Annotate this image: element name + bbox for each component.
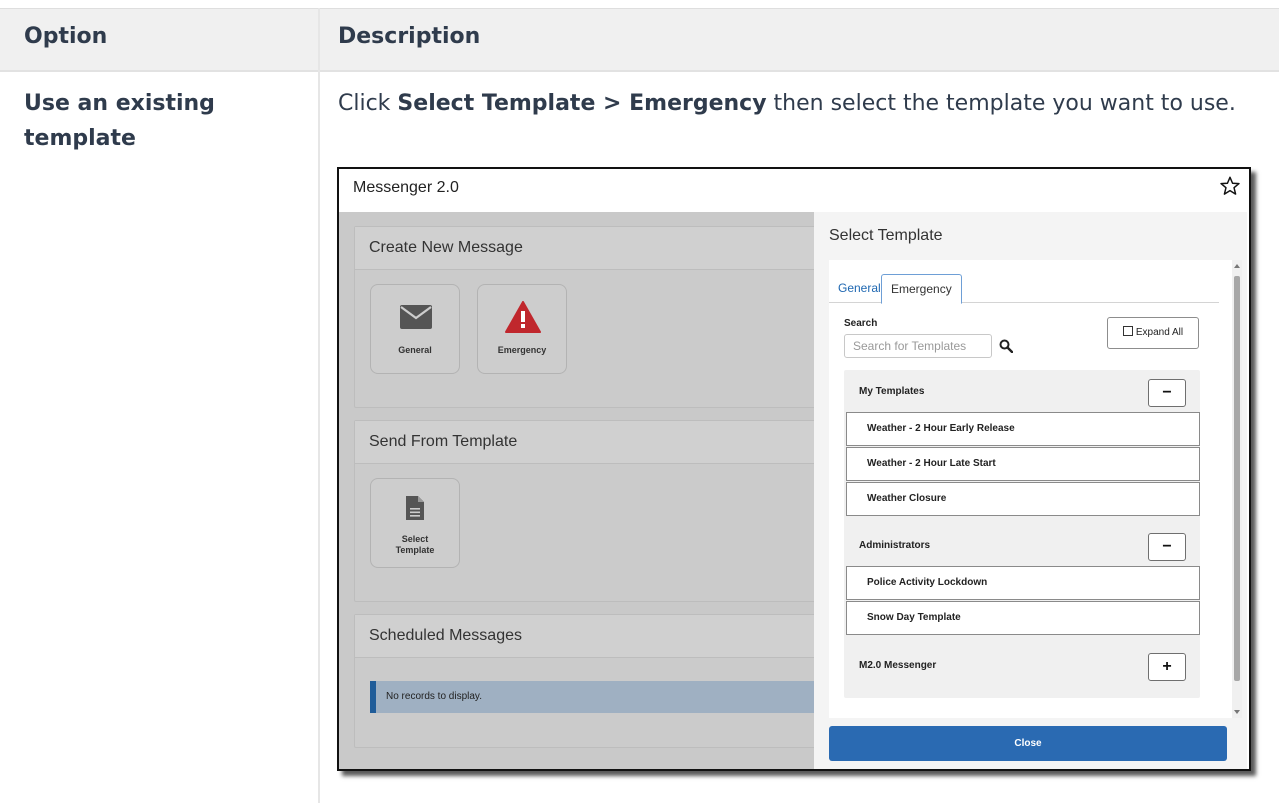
template-item[interactable]: Weather Closure	[846, 482, 1200, 516]
select-template-drawer: Select Template General Emergency Search…	[814, 212, 1247, 769]
document-icon	[406, 496, 424, 520]
scroll-up-arrow-icon[interactable]	[1234, 264, 1240, 268]
header-option: Option	[24, 24, 108, 49]
template-item[interactable]: Weather - 2 Hour Early Release	[846, 412, 1200, 446]
no-records-alert: No records to display.	[370, 681, 831, 713]
search-label: Search	[844, 318, 878, 329]
expand-all-label: Expand All	[1135, 327, 1184, 338]
option-cell: Use an existing template	[24, 91, 215, 151]
envelope-icon	[400, 305, 432, 329]
group-label: Administrators	[859, 540, 931, 551]
template-item[interactable]: Snow Day Template	[846, 601, 1200, 635]
description-prefix: Click	[338, 91, 398, 116]
template-item[interactable]: Police Activity Lockdown	[846, 566, 1200, 600]
group-m2-messenger: M2.0 Messenger +	[844, 646, 1200, 686]
group-my-templates: My Templates −	[844, 372, 1200, 412]
column-divider	[318, 8, 320, 803]
select-template-tile[interactable]: Select Template	[370, 478, 460, 568]
group-label: M2.0 Messenger	[859, 660, 937, 671]
scroll-down-arrow-icon[interactable]	[1234, 710, 1240, 714]
table-header-row	[0, 8, 1279, 72]
messenger-screenshot: Messenger 2.0 Create New Message General	[337, 167, 1251, 771]
expand-all-button[interactable]: Expand All	[1107, 317, 1199, 349]
drawer-content: General Emergency Search Expand All My T…	[829, 260, 1232, 718]
app-title: Messenger 2.0	[353, 179, 459, 196]
option-table: Option Description Use an existing templ…	[0, 0, 1279, 803]
template-tree: My Templates − Weather - 2 Hour Early Re…	[844, 370, 1200, 698]
emergency-tile-label: Emergency	[497, 345, 547, 355]
drawer-scrollbar[interactable]	[1232, 260, 1242, 718]
panel-title: Create New Message	[355, 227, 825, 270]
description-suffix: then select the template you want to use…	[766, 91, 1236, 116]
expand-button[interactable]: +	[1148, 653, 1186, 681]
left-pane: Create New Message General Emergency Sen…	[339, 212, 831, 769]
star-icon[interactable]	[1219, 175, 1241, 197]
drawer-title: Select Template	[829, 227, 943, 244]
template-item[interactable]: Weather - 2 Hour Late Start	[846, 447, 1200, 481]
select-tile-label-1: Select	[401, 534, 429, 544]
emergency-tile[interactable]: Emergency	[477, 284, 567, 374]
checkbox-icon	[1122, 326, 1133, 336]
search-input[interactable]	[844, 334, 992, 358]
select-tile-label-2: Template	[395, 545, 435, 555]
general-tile-label: General	[398, 345, 432, 355]
scheduled-messages-panel: Scheduled Messages No records to display…	[354, 614, 831, 748]
collapse-button[interactable]: −	[1148, 533, 1186, 561]
general-tile[interactable]: General	[370, 284, 460, 374]
create-message-panel: Create New Message General Emergency	[354, 226, 826, 408]
scroll-thumb[interactable]	[1234, 276, 1240, 681]
close-button[interactable]: Close	[829, 726, 1227, 761]
panel-title: Send From Template	[355, 421, 825, 464]
description-cell: Click Select Template > Emergency then s…	[338, 86, 1268, 121]
warning-icon	[505, 301, 541, 333]
description-bold: Select Template > Emergency	[397, 91, 767, 116]
panel-title: Scheduled Messages	[355, 615, 825, 658]
send-from-template-panel: Send From Template Select Template	[354, 420, 826, 602]
group-administrators: Administrators −	[844, 526, 1200, 566]
group-label: My Templates	[859, 386, 925, 397]
tab-emergency[interactable]: Emergency	[881, 274, 962, 304]
search-icon[interactable]	[999, 339, 1013, 353]
header-description: Description	[338, 24, 481, 49]
collapse-button[interactable]: −	[1148, 379, 1186, 407]
